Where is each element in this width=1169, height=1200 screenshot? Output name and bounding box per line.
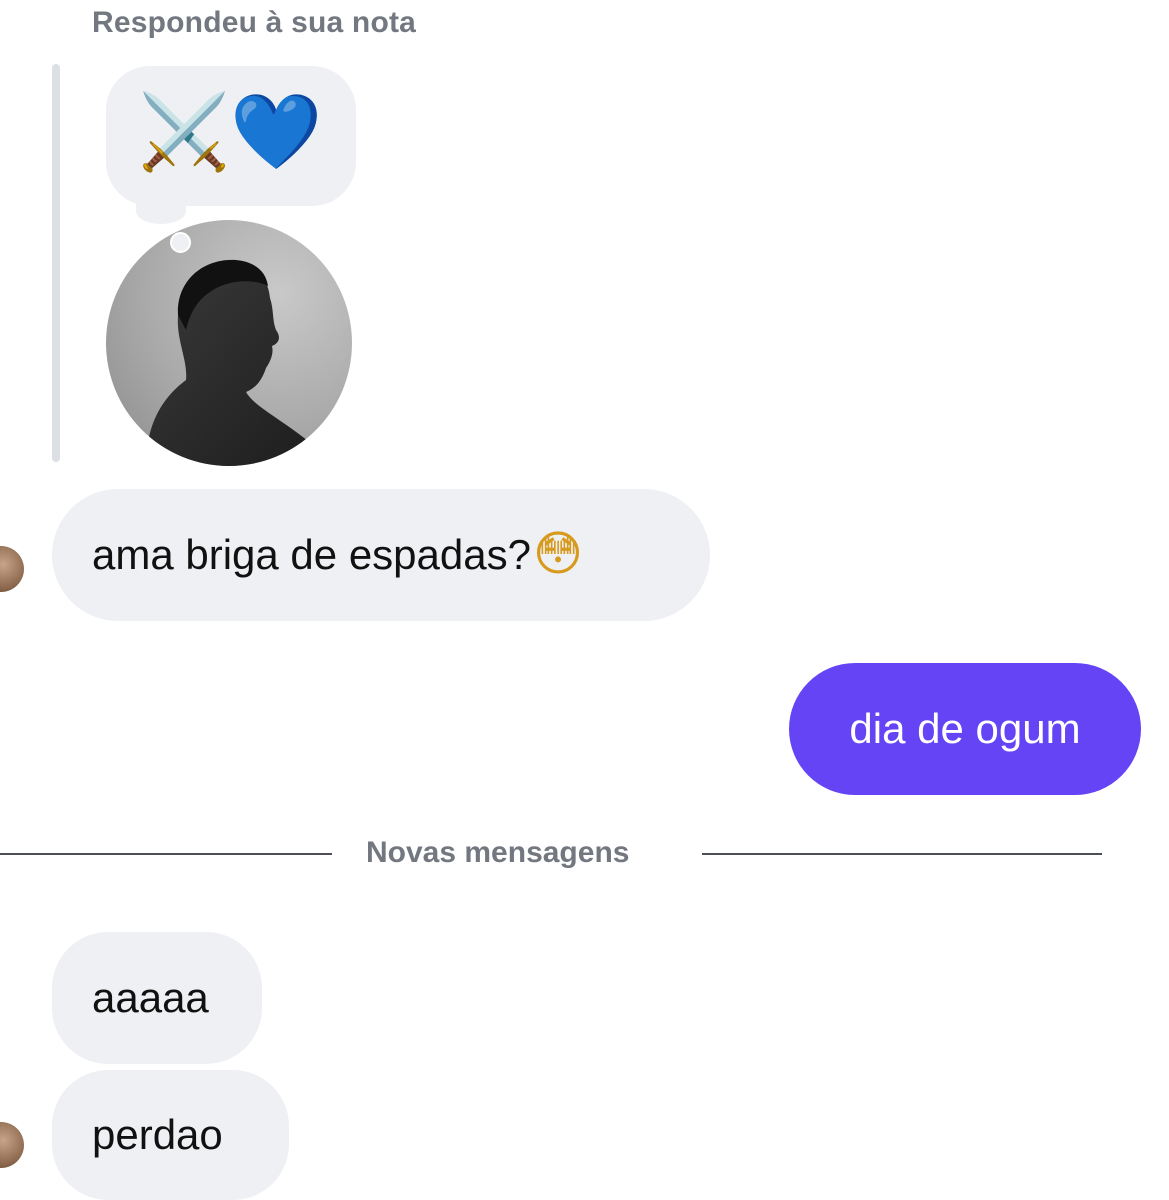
divider-line bbox=[702, 853, 1102, 855]
message-text: ama briga de espadas? bbox=[92, 531, 531, 578]
note-content: ⚔️💙 bbox=[138, 88, 322, 176]
reply-context-label: Respondeu à sua nota bbox=[92, 6, 417, 39]
profile-silhouette-icon bbox=[146, 259, 336, 466]
divider-label: Novas mensagens bbox=[366, 836, 630, 869]
note-bubble-tail bbox=[136, 198, 186, 224]
message-bubble-incoming[interactable]: aaaaa bbox=[52, 932, 262, 1064]
message-bubble-incoming[interactable]: perdao bbox=[52, 1070, 289, 1200]
note-author-avatar[interactable] bbox=[106, 220, 352, 466]
message-text: aaaaa bbox=[92, 974, 209, 1021]
crossed-swords-icon: ⚔️ bbox=[138, 89, 231, 175]
sender-avatar[interactable] bbox=[0, 1122, 24, 1168]
divider-line bbox=[0, 853, 332, 855]
message-bubble-outgoing[interactable]: dia de ogum bbox=[789, 663, 1141, 795]
message-bubble-incoming[interactable]: ama briga de espadas? 😳 bbox=[52, 489, 710, 621]
flushed-face-icon: 😳 bbox=[532, 528, 584, 581]
new-messages-divider: Novas mensagens bbox=[0, 826, 1169, 882]
sender-avatar[interactable] bbox=[0, 546, 24, 592]
message-text: perdao bbox=[92, 1111, 223, 1158]
quote-bar bbox=[52, 64, 60, 462]
message-text: dia de ogum bbox=[849, 705, 1081, 752]
note-dot bbox=[170, 232, 191, 253]
blue-heart-icon: 💙 bbox=[230, 89, 323, 175]
